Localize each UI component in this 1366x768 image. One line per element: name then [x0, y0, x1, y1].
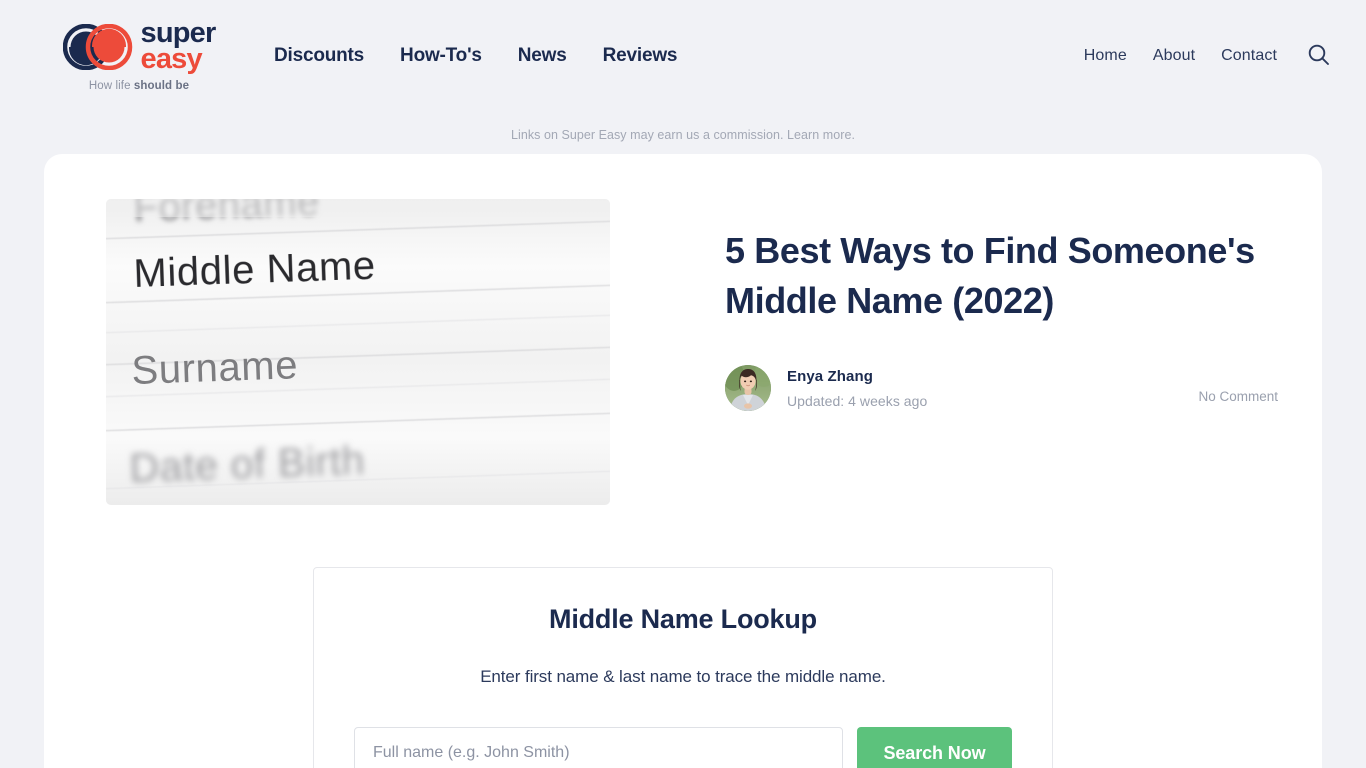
nav-item-discounts[interactable]: Discounts — [274, 45, 364, 67]
article-head: 5 Best Ways to Find Someone's Middle Nam… — [610, 199, 1278, 412]
lookup-form: Search Now — [354, 727, 1012, 768]
brand-word-line2: easy — [140, 43, 203, 75]
affiliate-disclosure: Links on Super Easy may earn us a commis… — [0, 112, 1366, 154]
nav-item-reviews[interactable]: Reviews — [603, 45, 678, 67]
hero-label-surname: Surname — [131, 343, 299, 393]
disclosure-learn-more-link[interactable]: Learn more. — [787, 128, 855, 142]
brand-tagline: How life should be — [89, 80, 189, 92]
author-name[interactable]: Enya Zhang — [787, 368, 927, 385]
full-name-input[interactable] — [354, 727, 843, 768]
avatar[interactable] — [725, 365, 771, 412]
lookup-title: Middle Name Lookup — [549, 604, 817, 634]
hero-label-middle-name: Middle Name — [133, 244, 377, 296]
updated-timestamp: Updated: 4 weeks ago — [787, 392, 928, 409]
brand-row: super easy — [62, 19, 217, 75]
lookup-widget-wrap: Middle Name Lookup Enter first name & la… — [62, 567, 1278, 768]
nav-item-contact[interactable]: Contact — [1221, 47, 1277, 65]
nav-item-news[interactable]: News — [518, 45, 567, 67]
site-header: super easy How life should be Discounts … — [0, 0, 1366, 112]
site-logo[interactable]: super easy How life should be — [40, 19, 238, 92]
tagline-strong: should be — [133, 79, 190, 92]
article-header-block: Forename Middle Name Surname Date of Bir… — [62, 199, 1278, 505]
byline-text: Enya Zhang Updated: 4 weeks ago — [787, 368, 927, 409]
article-hero-image: Forename Middle Name Surname Date of Bir… — [106, 199, 610, 505]
nav-item-home[interactable]: Home — [1084, 47, 1127, 65]
content-card: Forename Middle Name Surname Date of Bir… — [44, 154, 1322, 768]
page-title: 5 Best Ways to Find Someone's Middle Nam… — [725, 230, 1255, 321]
lookup-subtitle: Enter first name & last name to trace th… — [480, 667, 886, 686]
nav-item-about[interactable]: About — [1153, 47, 1195, 65]
comment-count[interactable]: No Comment — [1198, 373, 1278, 404]
search-icon — [1307, 43, 1330, 69]
hero-label-date-of-birth: Date of Birth — [129, 437, 366, 491]
primary-navigation: Discounts How-To's News Reviews — [274, 45, 677, 67]
tagline-prefix: How life — [88, 79, 134, 92]
nav-item-how-tos[interactable]: How-To's — [400, 45, 482, 67]
brand-wordmark: super easy — [140, 19, 217, 75]
byline: Enya Zhang Updated: 4 weeks ago No Comme… — [725, 365, 1278, 412]
search-now-button[interactable]: Search Now — [857, 727, 1012, 768]
disclosure-text: Links on Super Easy may earn us a commis… — [511, 128, 784, 142]
secondary-navigation: Home About Contact — [1084, 41, 1332, 71]
middle-name-lookup-widget: Middle Name Lookup Enter first name & la… — [313, 567, 1053, 768]
double-e-logo-icon — [62, 23, 133, 70]
search-button[interactable] — [1305, 41, 1332, 71]
